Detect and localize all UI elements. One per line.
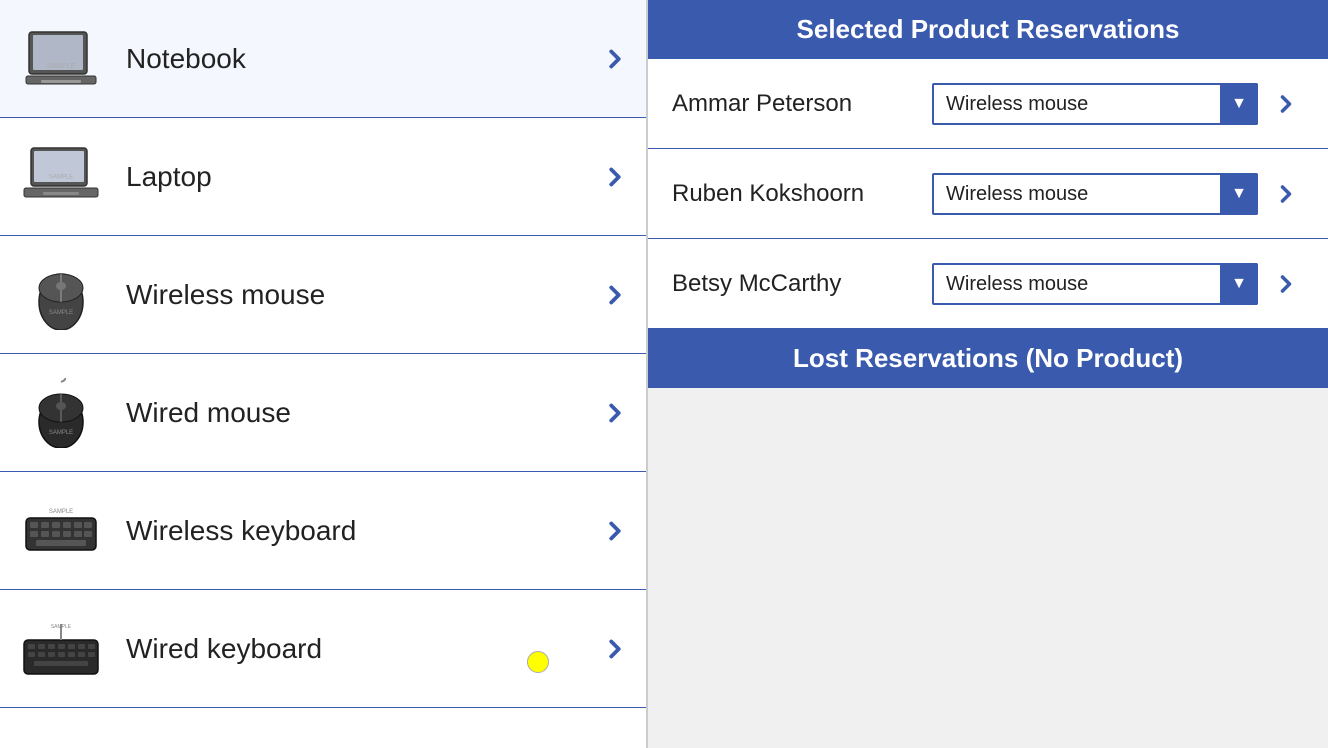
svg-text:SAMPLE: SAMPLE xyxy=(49,174,73,180)
reservation-row-ammar: Ammar PetersonWireless mouseWired mouseN… xyxy=(648,59,1328,149)
product-label-wireless-keyboard: Wireless keyboard xyxy=(126,515,600,547)
svg-text:SAMPLE: SAMPLE xyxy=(49,310,73,316)
product-label-wireless-mouse: Wireless mouse xyxy=(126,279,600,311)
reservations-list: Ammar PetersonWireless mouseWired mouseN… xyxy=(648,59,1328,329)
person-name-ammar: Ammar Peterson xyxy=(672,90,932,118)
product-item-wireless-mouse[interactable]: SAMPLE Wireless mouse xyxy=(0,236,646,354)
wired-mouse-icon: SAMPLE xyxy=(16,373,106,453)
product-item-wired-mouse[interactable]: SAMPLE Wired mouse xyxy=(0,354,646,472)
chevron-right-icon-wired-keyboard[interactable] xyxy=(600,634,630,664)
product-select-wrapper-betsy: Wireless mouseWired mouseNotebookLaptopW… xyxy=(932,263,1258,305)
notebook-icon: SAMPLE xyxy=(16,19,106,99)
nav-arrow-button-betsy[interactable] xyxy=(1268,266,1304,302)
product-item-laptop[interactable]: SAMPLE Laptop xyxy=(0,118,646,236)
nav-arrow-button-ammar[interactable] xyxy=(1268,86,1304,122)
chevron-right-icon-wired-mouse[interactable] xyxy=(600,398,630,428)
right-panel: Selected Product Reservations Ammar Pete… xyxy=(648,0,1328,748)
svg-text:SAMPLE: SAMPLE xyxy=(47,62,76,69)
reservation-row-ruben: Ruben KokshoornWireless mouseWired mouse… xyxy=(648,149,1328,239)
product-select-ruben[interactable]: Wireless mouseWired mouseNotebookLaptopW… xyxy=(932,173,1258,215)
product-label-laptop: Laptop xyxy=(126,161,600,193)
reservation-row-betsy: Betsy McCarthyWireless mouseWired mouseN… xyxy=(648,239,1328,329)
person-name-betsy: Betsy McCarthy xyxy=(672,270,932,298)
wired-keyboard-icon: SAMPLE xyxy=(16,609,106,689)
svg-text:SAMPLE: SAMPLE xyxy=(49,430,73,436)
product-select-wrapper-ammar: Wireless mouseWired mouseNotebookLaptopW… xyxy=(932,83,1258,125)
selected-reservations-header: Selected Product Reservations xyxy=(648,0,1328,59)
product-item-wireless-keyboard[interactable]: SAMPLE Wireless keyboard xyxy=(0,472,646,590)
product-item-notebook[interactable]: SAMPLE Notebook xyxy=(0,0,646,118)
laptop-icon: SAMPLE xyxy=(16,137,106,217)
product-label-wired-mouse: Wired mouse xyxy=(126,397,600,429)
product-select-ammar[interactable]: Wireless mouseWired mouseNotebookLaptopW… xyxy=(932,83,1258,125)
lost-reservations-header: Lost Reservations (No Product) xyxy=(648,329,1328,388)
product-select-wrapper-ruben: Wireless mouseWired mouseNotebookLaptopW… xyxy=(932,173,1258,215)
product-list: SAMPLE Notebook SAMPLE Laptop SAMPLE Wir… xyxy=(0,0,648,748)
product-label-wired-keyboard: Wired keyboard xyxy=(126,633,600,665)
nav-arrow-button-ruben[interactable] xyxy=(1268,176,1304,212)
product-label-notebook: Notebook xyxy=(126,43,600,75)
chevron-right-icon-wireless-keyboard[interactable] xyxy=(600,516,630,546)
chevron-right-icon-laptop[interactable] xyxy=(600,162,630,192)
product-select-betsy[interactable]: Wireless mouseWired mouseNotebookLaptopW… xyxy=(932,263,1258,305)
product-item-wired-keyboard[interactable]: SAMPLE Wired keyboard xyxy=(0,590,646,708)
svg-text:SAMPLE: SAMPLE xyxy=(51,623,72,629)
person-name-ruben: Ruben Kokshoorn xyxy=(672,180,932,208)
svg-text:SAMPLE: SAMPLE xyxy=(49,508,73,514)
wireless-keyboard-icon: SAMPLE xyxy=(16,491,106,571)
chevron-right-icon-wireless-mouse[interactable] xyxy=(600,280,630,310)
chevron-right-icon-notebook[interactable] xyxy=(600,44,630,74)
wireless-mouse-icon: SAMPLE xyxy=(16,255,106,335)
